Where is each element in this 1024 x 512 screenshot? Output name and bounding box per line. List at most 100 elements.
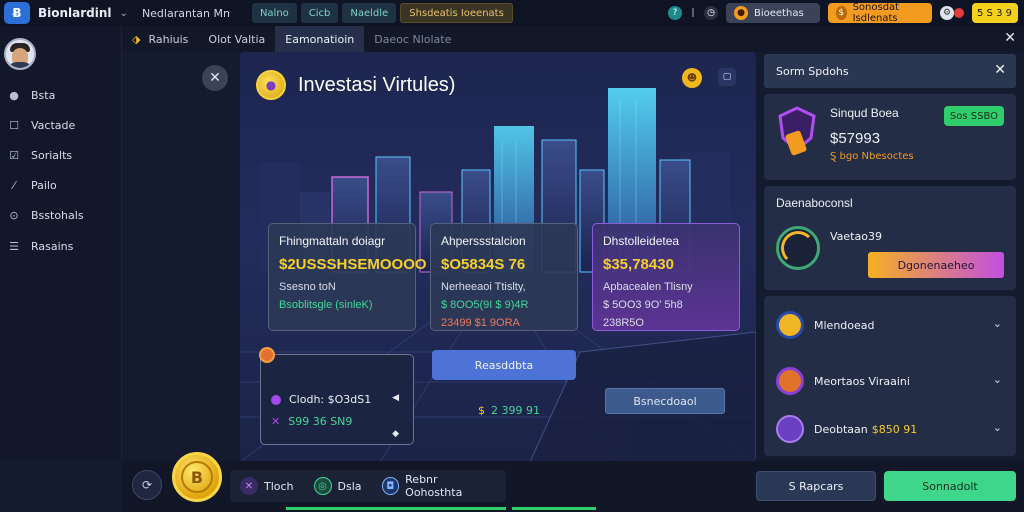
doc-icon: ◘ (381, 477, 400, 495)
tab-eamonatioin[interactable]: Eamonatioin (275, 26, 365, 52)
panel-close-button[interactable]: ✕ (202, 65, 228, 91)
top-bar: Ƀ Bionlardinl ⌄ Nedlarantan Mn Nalno Cic… (0, 0, 1024, 26)
sidebar-item-vactade[interactable]: ☐ Vactade (8, 119, 75, 132)
page-title: Investasi Virtules) (298, 73, 456, 96)
accordion-item[interactable]: Mlendoead ⌄ (776, 310, 1004, 340)
wallet-card[interactable]: Clodh: $O3dS1 ✕ S99 36 SN9 ◀ ◆ (259, 347, 414, 445)
emoji-icon[interactable]: ☻ (682, 68, 702, 88)
sidebar-item-pailo[interactable]: ⁄ Pailo (8, 179, 57, 192)
divider-icon: | (691, 8, 695, 18)
x-icon: ✕ (271, 415, 281, 428)
tool-dsla[interactable]: ◎ Dsla (304, 477, 372, 495)
stat-line: $ 5OO3 9O' 5h8 (603, 299, 683, 311)
sidebar-item-label: Pailo (31, 179, 57, 192)
price-readout: $2 399 91 (478, 404, 540, 417)
wallet-balance-row: Clodh: $O3dS1 (271, 393, 371, 406)
accordion-amount: $850 91 (871, 422, 918, 436)
stat-card[interactable]: Dhstolleidetea $35,78430 Apbacealen Tlis… (592, 223, 740, 331)
stat-card[interactable]: Fhingmattaln doiagr $2USSSHSEMOOOO Ssesn… (268, 223, 427, 331)
close-icon[interactable]: ✕ (1004, 30, 1016, 46)
tab-daeoc[interactable]: Daeoc Nlolate (364, 26, 461, 52)
asset-card[interactable]: Sinqud Boea $57993 Ȿ bgo Nbesoctes Sos S… (764, 94, 1016, 180)
notification-pill[interactable]: ● Bioeethas (726, 3, 820, 23)
secondary-button[interactable]: S Rapcars (756, 471, 876, 501)
accordion-label: Mlendoead (814, 318, 875, 332)
primary-action-button[interactable]: Reasddbta (432, 350, 576, 380)
coin-icon[interactable]: B (172, 452, 222, 502)
orange-pill-label: Sonosdat Isdlenats (852, 2, 900, 24)
checkbox-icon: ☑ (9, 149, 19, 162)
sidebar: ● Bsta ☐ Vactade ☑ Sorialts ⁄ Pailo ⊙ Bs… (0, 26, 122, 461)
bell-icon: ● (734, 6, 748, 20)
coin-icon (259, 347, 275, 363)
top-tab-1[interactable]: Nalno (251, 3, 297, 23)
coin-inner: B (181, 461, 213, 493)
flag-icon[interactable]: ◀ (392, 393, 399, 403)
balance-label: 5 S 3 9 (977, 7, 1012, 19)
primary-button[interactable]: Sonnadolt (884, 471, 1016, 501)
x-icon: ✕ (240, 477, 258, 495)
dollar-icon: $ (478, 404, 485, 417)
top-tab-gold[interactable]: Shsdeatis Ioeenats (400, 3, 513, 23)
gradient-button[interactable]: Dgonenaeheo (868, 252, 1004, 278)
dot-icon: ● (9, 89, 19, 102)
breadcrumb[interactable]: Nedlarantan Mn (142, 7, 230, 20)
avatar[interactable] (4, 38, 36, 70)
progress-bar (286, 507, 506, 510)
tool-tloch[interactable]: ✕ Tloch (230, 477, 304, 495)
sidebar-item-bsta[interactable]: ● Bsta (8, 89, 55, 102)
flag-icon[interactable]: ◆ (392, 429, 399, 439)
right-panel-header: Sorm Spdohs ✕ (764, 54, 1016, 88)
bottom-bar: ⟳ B ✕ Tloch ◎ Dsla ◘ Rebnr Oohosthta S R… (122, 452, 1024, 512)
secondary-action-button[interactable]: Bsnecdoaol (605, 388, 725, 414)
help-icon[interactable]: ? (668, 6, 682, 20)
accordion-card: Mlendoead ⌄ Meortaos Viraaini ⌄ Deobtaan… (764, 296, 1016, 456)
progress-bar (512, 507, 596, 510)
accordion-item[interactable]: Deobtaan $850 91 ⌄ (776, 414, 1004, 444)
stat-title: Fhingmattaln doiagr (279, 234, 386, 248)
accordion-item[interactable]: Meortaos Viraaini ⌄ (776, 366, 1004, 396)
sidebar-item-bsstohals[interactable]: ⊙ Bsstohals (8, 209, 83, 222)
sidebar-item-rasains[interactable]: ☰ Rasains (8, 240, 73, 253)
stat-title: Ahperssstalcion (441, 234, 526, 248)
sidebar-item-label: Rasains (31, 240, 74, 253)
stat-card[interactable]: Ahperssstalcion $O5834S 76 Nerheeaoi Tti… (430, 223, 578, 331)
hero-title-row: ● Investasi Virtules) (256, 70, 455, 100)
wallet-change-row: ✕ S99 36 SN9 (271, 415, 352, 428)
alert-badge-icon (954, 8, 964, 18)
settings-icon[interactable]: ⚙ (940, 6, 954, 20)
pen-icon: ⁄ (13, 179, 15, 192)
top-right-controls: ? | ◷ ● Bioeethas $ Sonosdat Isdlenats ⚙… (668, 0, 1024, 26)
stat-title: Dhstolleidetea (603, 234, 680, 248)
dot-icon (271, 394, 281, 405)
sidebar-item-label: Bsta (31, 89, 56, 102)
orange-pill[interactable]: $ Sonosdat Isdlenats (828, 2, 932, 24)
clock-icon[interactable]: ◷ (704, 6, 718, 20)
tab-label: Rahiuis (148, 32, 189, 46)
app-logo[interactable]: Ƀ (4, 2, 30, 24)
price-value: 2 399 91 (491, 404, 540, 417)
tab-rahiuis[interactable]: ⬗ Rahiuis (122, 26, 198, 52)
expand-icon[interactable]: ▢ (718, 68, 736, 86)
chevron-down-icon: ⌄ (992, 421, 1002, 434)
notification-label: Bioeethas (754, 7, 804, 19)
sidebar-item-sorialts[interactable]: ☑ Sorialts (8, 149, 72, 162)
refresh-button[interactable]: ⟳ (132, 470, 162, 500)
stat-line: $ 8OO5(9I $ 9)4R (441, 299, 529, 311)
tab-olot-valtia[interactable]: Olot Valtia (198, 26, 275, 52)
status-badge[interactable]: Sos SSBO (943, 106, 1004, 126)
chevron-down-icon[interactable]: ⌄ (120, 8, 128, 19)
balance-pill[interactable]: 5 S 3 9 (972, 3, 1018, 23)
grid-globe-icon (776, 415, 804, 443)
stat-line: Nerheeaoi Ttislty, (441, 281, 526, 293)
close-icon[interactable]: ✕ (994, 62, 1006, 78)
tab-strip: ⬗ Rahiuis Olot Valtia Eamonatioin Daeoc … (122, 26, 1024, 52)
square-icon: ☐ (9, 119, 19, 132)
stat-line: Apbacealen Tlisny (603, 281, 693, 293)
stat-line: 238R5O (603, 317, 644, 329)
coin-icon: $ (836, 6, 847, 20)
top-tab-3[interactable]: Naeldle (342, 3, 397, 23)
tool-label: Tloch (264, 479, 294, 493)
top-tab-2[interactable]: Cicb (300, 3, 339, 23)
tool-rebnr[interactable]: ◘ Rebnr Oohosthta (372, 473, 506, 499)
